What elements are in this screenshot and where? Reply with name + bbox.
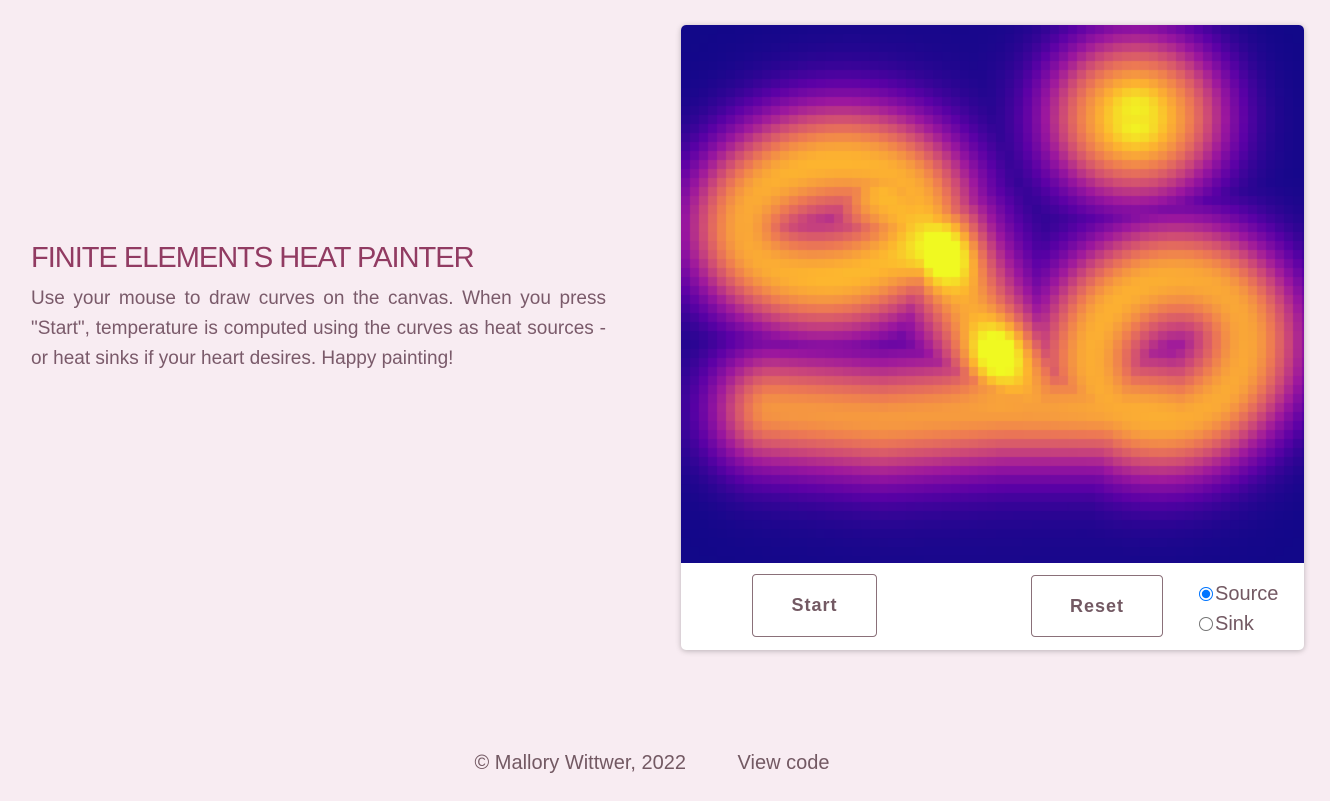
copyright-text: © Mallory Wittwer, 2022 — [474, 752, 686, 774]
reset-button[interactable]: Reset — [1031, 575, 1163, 637]
view-code-link[interactable]: View code — [738, 752, 830, 774]
page-description: Use your mouse to draw curves on the can… — [31, 288, 606, 369]
sink-label: Sink — [1215, 612, 1254, 635]
intro-section: FINITE ELEMENTS HEAT PAINTER Use your mo… — [31, 240, 606, 374]
source-option[interactable]: Source — [1199, 579, 1278, 609]
sink-option[interactable]: Sink — [1199, 609, 1278, 639]
source-radio[interactable] — [1199, 587, 1213, 601]
page-title: FINITE ELEMENTS HEAT PAINTER — [31, 242, 475, 274]
footer: © Mallory Wittwer, 2022 View code — [0, 752, 1330, 775]
heat-canvas[interactable] — [681, 25, 1304, 563]
painter-card: Start Reset Source Sink — [681, 25, 1304, 650]
mode-radio-group: Source Sink — [1199, 579, 1278, 639]
start-button[interactable]: Start — [752, 574, 877, 637]
source-label: Source — [1215, 582, 1279, 605]
sink-radio[interactable] — [1199, 617, 1213, 631]
